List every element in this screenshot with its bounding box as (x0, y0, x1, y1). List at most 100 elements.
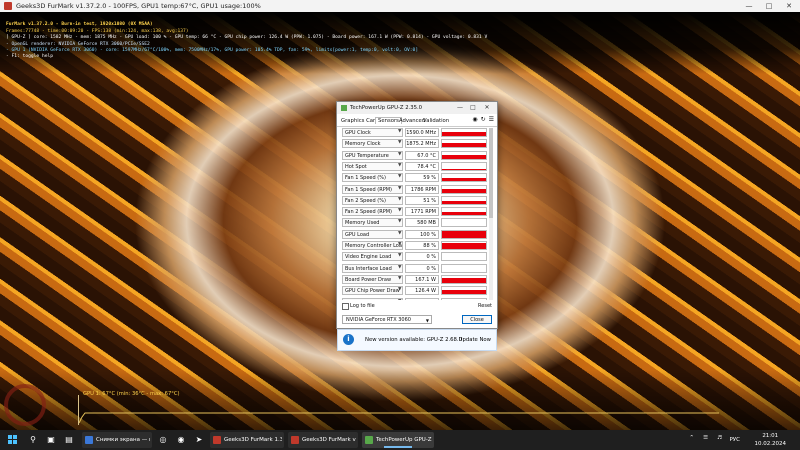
sensor-graph (441, 161, 487, 171)
gpuz-window: TechPowerUp GPU-Z 2.35.0 — □ ✕ Graphics … (336, 101, 498, 329)
close-icon[interactable]: ✕ (778, 0, 800, 12)
taskbar-app-label: TechPowerUp GPU-Z 2.3 (376, 437, 432, 443)
sensor-label[interactable]: Memory Used (342, 218, 403, 228)
chevron-down-icon[interactable]: ▼ (398, 231, 401, 236)
sensor-graph (441, 274, 487, 284)
sensor-label[interactable]: GPU Load (342, 229, 403, 239)
log-to-file-label: Log to file (350, 303, 375, 309)
sensor-graph (441, 218, 487, 228)
gpuz-maximize-icon[interactable]: □ (468, 104, 478, 112)
tab-advanced[interactable]: Advanced (399, 118, 425, 124)
edge-icon[interactable]: ◎ (158, 435, 168, 445)
chevron-down-icon[interactable]: ▼ (398, 129, 401, 134)
menu-icon[interactable]: ☰ (489, 116, 494, 123)
windows-start-icon[interactable] (8, 435, 18, 445)
sensor-graph (441, 252, 487, 262)
chevron-down-icon[interactable]: ▼ (398, 287, 401, 292)
chevron-down-icon[interactable]: ▼ (398, 265, 401, 270)
sensor-value: 59 % (405, 173, 439, 183)
sensor-graph-fill (442, 189, 486, 193)
tab-sensors[interactable]: Sensors (375, 117, 402, 124)
clock[interactable]: 21:01 10.02.2024 (755, 432, 787, 448)
gpu-select[interactable]: NVIDIA GeForce RTX 3060 ▼ (342, 315, 432, 324)
file-explorer-icon[interactable]: ▤ (64, 435, 74, 445)
gpuz-toolbar-icons: ◉ ↻ ☰ (469, 116, 494, 123)
chevron-down-icon[interactable]: ▼ (398, 242, 401, 247)
clock-time: 21:01 (762, 433, 779, 439)
minimize-icon[interactable]: — (738, 0, 760, 12)
tab-validation[interactable]: Validation (423, 118, 449, 124)
sensor-row: Memory Controller Load ▼ 88 % (342, 241, 487, 251)
sensor-label[interactable]: Hot Spot (342, 161, 403, 171)
chevron-down-icon[interactable]: ▼ (398, 163, 401, 168)
gpuz-minimize-icon[interactable]: — (455, 104, 465, 112)
log-to-file-checkbox[interactable] (342, 303, 349, 310)
camera-icon[interactable]: ◉ (472, 116, 477, 123)
chevron-down-icon[interactable]: ▼ (398, 140, 401, 145)
sensor-label[interactable]: GPU Temperature (342, 150, 403, 160)
chevron-down-icon[interactable]: ▼ (398, 186, 401, 191)
sensor-label[interactable]: Fan 1 Speed (%) (342, 173, 403, 183)
sensor-scrollbar[interactable] (489, 128, 493, 300)
wifi-icon[interactable]: ☰ (703, 435, 708, 441)
volume-icon[interactable]: ♬ (717, 435, 722, 441)
chevron-down-icon[interactable]: ▼ (398, 174, 401, 179)
chevron-down-icon[interactable]: ▼ (398, 299, 401, 301)
sensor-label[interactable]: MVDDC Power Draw (342, 297, 403, 300)
chevron-down-icon[interactable]: ▼ (398, 219, 401, 224)
chevron-down-icon[interactable]: ▼ (398, 253, 401, 258)
chrome-icon[interactable]: ◉ (176, 435, 186, 445)
sensor-graph-fill (442, 177, 486, 182)
taskbar-app-furmark[interactable]: Geeks3D FurMark v1.37. (288, 432, 358, 448)
sensor-graph (441, 139, 487, 149)
sensor-row: MVDDC Power Draw▼ (342, 297, 487, 301)
sensor-graph (441, 229, 487, 239)
search-icon[interactable]: ⚲ (28, 435, 38, 445)
sensor-label[interactable]: GPU Clock (342, 128, 403, 137)
tab-graphics-card[interactable]: Graphics Card (341, 118, 378, 124)
sensor-graph (441, 263, 487, 273)
sensor-label[interactable]: Fan 2 Speed (%) (342, 195, 403, 205)
taskbar: ⚲ ▣ ▤ Снимки экрана — про ◎ ◉ ➤ Geeks3D … (0, 430, 800, 450)
taskbar-app-screenshots[interactable]: Снимки экрана — про (82, 432, 152, 448)
sensor-label[interactable]: Fan 1 Speed (RPM) (342, 184, 403, 194)
furmark-hud: FurMark v1.37.2.0 - Burn-in test, 1920x1… (6, 16, 487, 67)
sensor-graph-fill (442, 132, 486, 136)
sensor-label[interactable]: Memory Controller Load (342, 241, 403, 250)
taskbar-app-gpuz[interactable]: TechPowerUp GPU-Z 2.3 (362, 432, 434, 448)
sensor-graph-fill (442, 154, 486, 159)
sensor-value: 100 % (405, 229, 439, 239)
chevron-down-icon[interactable]: ▼ (398, 208, 401, 213)
sensor-value: 0 % (405, 252, 439, 262)
hud-line-help: - F1: toggle help (6, 54, 54, 60)
language-indicator[interactable]: РУС (729, 437, 740, 443)
show-hidden-icons-icon[interactable]: ⌃ (689, 435, 694, 441)
chevron-down-icon[interactable]: ▼ (398, 197, 401, 202)
close-button[interactable]: Close (462, 315, 492, 324)
sensor-value: 88 % (405, 241, 439, 250)
sensor-label[interactable]: Fan 2 Speed (RPM) (342, 207, 403, 217)
chevron-down-icon[interactable]: ▼ (398, 152, 401, 157)
task-view-icon[interactable]: ▣ (46, 435, 56, 445)
sensor-graph (441, 195, 487, 205)
update-notice-text: New version available: GPU-Z 2.68.0 (365, 337, 462, 343)
gpuz-close-icon[interactable]: ✕ (482, 104, 492, 112)
sensor-label[interactable]: Bus Interface Load (342, 263, 403, 273)
taskbar-app-furmark-launcher[interactable]: Geeks3D FurMark 1.37.2 (210, 432, 284, 448)
sensor-label[interactable]: Board Power Draw (342, 274, 403, 284)
telegram-icon[interactable]: ➤ (194, 435, 204, 445)
gpuz-icon (365, 436, 373, 444)
sensor-graph-fill (442, 143, 486, 148)
chevron-down-icon[interactable]: ▼ (398, 276, 401, 281)
sensor-label[interactable]: Video Engine Load (342, 252, 403, 262)
scrollbar-thumb[interactable] (489, 128, 493, 218)
sensor-label[interactable]: GPU Chip Power Draw (342, 286, 403, 296)
gpuz-bottom-row: NVIDIA GeForce RTX 3060 ▼ Close (342, 315, 492, 325)
update-now-button[interactable]: Update Now (459, 337, 491, 343)
sensor-value: 1875.2 MHz (405, 139, 439, 149)
update-notice: i New version available: GPU-Z 2.68.0 Up… (337, 329, 497, 351)
reset-button[interactable]: Reset (478, 303, 492, 309)
refresh-icon[interactable]: ↻ (481, 116, 486, 123)
sensor-label[interactable]: Memory Clock (342, 139, 403, 149)
maximize-icon[interactable]: □ (758, 0, 780, 12)
